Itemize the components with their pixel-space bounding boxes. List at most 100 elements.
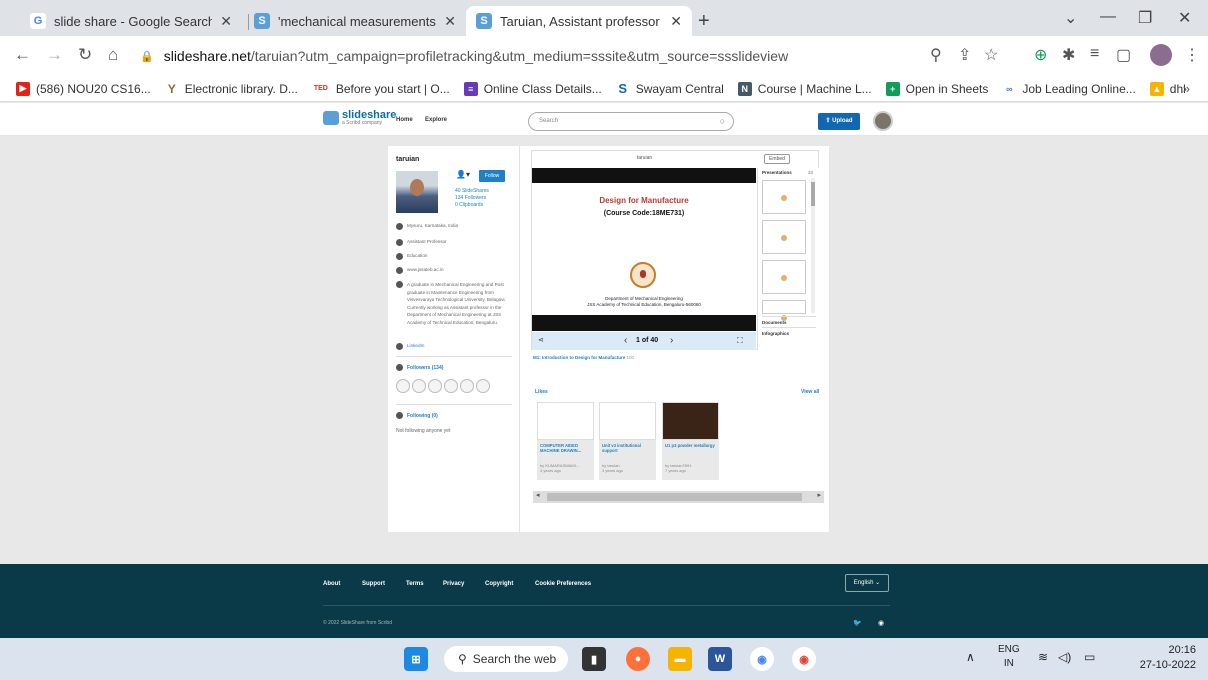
follower-avatar[interactable]	[460, 379, 474, 393]
prev-slide-icon[interactable]: ‹	[624, 335, 627, 346]
battery-icon[interactable]: ▭	[1084, 650, 1095, 664]
footer-about[interactable]: About	[323, 581, 340, 587]
documents-section[interactable]: Documents	[762, 316, 816, 325]
address-bar[interactable]: 🔒 slideshare.net /taruian?utm_campaign=p…	[140, 42, 930, 70]
new-tab-icon[interactable]: +	[698, 10, 710, 33]
tab-mechanical-measurements[interactable]: S 'mechanical measurements and i ✕	[244, 6, 466, 36]
close-window-icon[interactable]: ✕	[1178, 8, 1191, 28]
card-title[interactable]: U1 p3 powder metallurgy	[665, 443, 717, 448]
chrome-icon[interactable]: ◉	[750, 647, 774, 671]
home-icon[interactable]: ⌂	[108, 45, 118, 65]
presentations-heading[interactable]: Presentations	[762, 170, 792, 175]
scroll-right-icon[interactable]: ▸	[817, 491, 821, 499]
extensions-puzzle-icon[interactable]: ✱	[1062, 45, 1075, 65]
infographics-section[interactable]: Infographics	[762, 327, 816, 336]
bookmark-nou20[interactable]: ▶ (586) NOU20 CS16...	[16, 81, 151, 96]
restore-icon[interactable]: ❐	[1138, 8, 1152, 28]
view-all-link[interactable]: View all	[801, 389, 819, 395]
presentations-scroll-thumb[interactable]	[811, 182, 815, 206]
following-heading[interactable]: Following (0)	[396, 412, 438, 419]
footer-privacy[interactable]: Privacy	[443, 581, 464, 587]
follow-button[interactable]: Follow	[479, 170, 505, 182]
side-panel-icon[interactable]: ▢	[1116, 45, 1131, 65]
chrome-profile-icon[interactable]: ◉	[792, 647, 816, 671]
volume-icon[interactable]: ◁)	[1058, 650, 1071, 664]
reading-list-icon[interactable]: ≡	[1090, 45, 1099, 63]
bookmark-dhl[interactable]: ▲ dhl	[1149, 81, 1186, 96]
stat-clipboards[interactable]: 0 Clipboards	[455, 202, 483, 208]
firefox-icon[interactable]: ●	[626, 647, 650, 671]
next-slide-icon[interactable]: ›	[670, 335, 673, 346]
fullscreen-icon[interactable]: ⛶	[737, 336, 743, 346]
website-link[interactable]: www.jssateb.ac.in	[407, 267, 444, 272]
card-title[interactable]: COMPUTER AIDED MACHINE DRAWIN...	[540, 443, 592, 453]
bookmark-star-icon[interactable]: ☆	[984, 45, 998, 65]
info-website[interactable]: www.jssateb.ac.in	[396, 267, 444, 274]
tab-google-search[interactable]: G slide share - Google Search ✕	[20, 6, 242, 36]
tab-search-icon[interactable]: ⌄	[1064, 8, 1077, 28]
close-tab-icon[interactable]: ✕	[220, 13, 232, 30]
followers-heading[interactable]: Followers (134)	[396, 364, 443, 371]
rss-icon[interactable]: ◉	[878, 619, 884, 627]
nav-explore[interactable]: Explore	[425, 117, 447, 123]
presentation-thumbnail[interactable]	[762, 220, 806, 254]
bookmark-open-sheets[interactable]: + Open in Sheets	[885, 81, 988, 96]
share-icon[interactable]: ⇪	[958, 45, 971, 65]
taskbar-clock[interactable]: 20:16 27-10-2022	[1136, 643, 1196, 673]
reload-icon[interactable]: ↻	[78, 45, 92, 65]
profile-avatar[interactable]	[1150, 44, 1172, 66]
bookmark-before-you-start[interactable]: TED Before you start | O...	[311, 81, 450, 96]
close-tab-icon[interactable]: ✕	[670, 13, 682, 30]
stat-followers[interactable]: 134 Followers	[455, 195, 486, 201]
follower-avatar[interactable]	[444, 379, 458, 393]
twitter-icon[interactable]: 🐦	[853, 619, 862, 627]
zoom-icon[interactable]: ⚲	[930, 45, 942, 65]
stat-slideshares[interactable]: 40 SlideShares	[455, 188, 489, 194]
back-icon[interactable]: ←	[14, 45, 31, 65]
bookmarks-overflow-icon[interactable]: »	[1183, 81, 1190, 96]
follower-avatar[interactable]	[476, 379, 490, 393]
liked-card[interactable]: Unit v3 institutional support by taruian…	[599, 402, 656, 480]
nav-home[interactable]: Home	[396, 117, 413, 123]
share-icon[interactable]: ⋖	[538, 336, 544, 344]
footer-cookie-preferences[interactable]: Cookie Preferences	[535, 581, 591, 587]
task-view-icon[interactable]: ▮	[582, 647, 606, 671]
likes-scroll-thumb[interactable]	[547, 493, 802, 501]
scroll-left-icon[interactable]: ◂	[536, 491, 540, 499]
liked-card[interactable]: U1 p3 powder metallurgy by taruian7691 7 …	[662, 402, 719, 480]
liked-card[interactable]: COMPUTER AIDED MACHINE DRAWIN... by KUMA…	[537, 402, 594, 480]
linkedin-link[interactable]: LinkedIn	[407, 343, 424, 348]
search-icon[interactable]: ○	[720, 116, 725, 126]
file-explorer-icon[interactable]: ▬	[668, 647, 692, 671]
upload-button[interactable]: ⇧ Upload	[818, 113, 860, 130]
bookmark-course-machine[interactable]: N Course | Machine L...	[737, 81, 872, 96]
windows-start-icon[interactable]: ⊞	[404, 647, 428, 671]
bookmark-online-class[interactable]: ≡ Online Class Details...	[463, 81, 602, 96]
follower-avatar[interactable]	[396, 379, 410, 393]
presentation-thumbnail[interactable]	[762, 300, 806, 321]
bookmark-electronic-library[interactable]: Y Electronic library. D...	[164, 81, 298, 96]
presentation-thumbnail[interactable]	[762, 260, 806, 294]
embed-button[interactable]: Embed	[764, 154, 790, 164]
presentation-thumbnail[interactable]	[762, 180, 806, 214]
follower-avatar[interactable]	[412, 379, 426, 393]
close-tab-icon[interactable]: ✕	[444, 13, 456, 30]
tab-taruian-active[interactable]: S Taruian, Assistant professor at Jss ✕	[466, 6, 692, 36]
extension-icon[interactable]: ⊕	[1034, 45, 1047, 65]
user-avatar[interactable]	[873, 111, 893, 131]
word-icon[interactable]: W	[708, 647, 732, 671]
card-title[interactable]: Unit v3 institutional support	[602, 443, 654, 453]
likes-scrollbar[interactable]: ◂ ▸	[533, 491, 824, 503]
minimize-icon[interactable]: —	[1100, 8, 1116, 26]
bookmark-job-leading[interactable]: ∞ Job Leading Online...	[1002, 81, 1136, 96]
follow-user-icon[interactable]: 👤▾	[456, 170, 470, 182]
slide-viewer[interactable]: Design for Manufacture (Course Code:18ME…	[532, 168, 756, 331]
bookmark-swayam[interactable]: S Swayam Central	[615, 81, 724, 96]
menu-kebab-icon[interactable]: ⋮	[1184, 45, 1200, 65]
taskbar-search[interactable]: ⚲ Search the web	[444, 646, 568, 672]
current-slide-title[interactable]: M1: Introduction to Design for Manufactu…	[533, 355, 634, 360]
wifi-icon[interactable]: ≋	[1038, 650, 1048, 664]
forward-icon[interactable]: →	[46, 45, 63, 65]
search-input[interactable]: Search ○	[528, 112, 734, 131]
slideshare-logo[interactable]: slideshare a Scribd company	[323, 110, 396, 126]
